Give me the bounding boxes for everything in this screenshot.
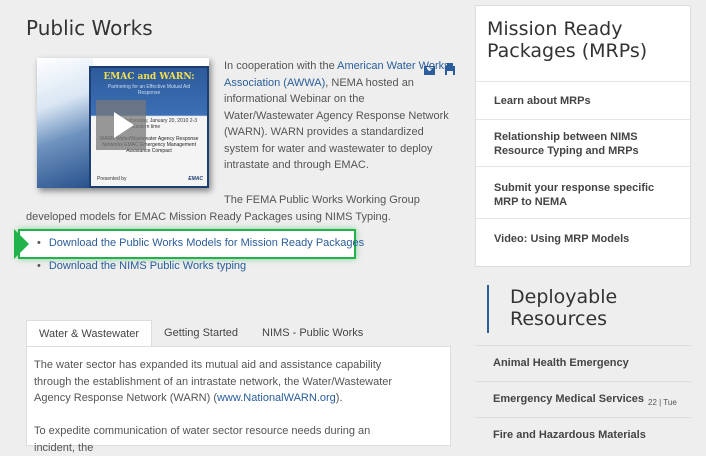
tab-bar: Water & Wastewater Getting Started NIMS …: [26, 320, 375, 346]
list-item-nims-typing: • Download the NIMS Public Works typing: [37, 260, 246, 272]
slide-title: EMAC and WARN:: [103, 72, 195, 82]
mrp-relationship-link[interactable]: Relationship between NIMS Resource Typin…: [476, 119, 690, 166]
intro-suffix: , NEMA hosted an informational Webinar o…: [224, 76, 449, 172]
emac-logo: EMAC: [188, 176, 203, 182]
deployable-item-animal-health[interactable]: Animal Health Emergency: [475, 345, 691, 381]
water-splash-image: [37, 58, 93, 188]
list-item-public-works-models: • Download the Public Works Models for Mi…: [37, 237, 364, 249]
intro-prefix: In cooperation with the: [224, 60, 338, 72]
play-icon[interactable]: [96, 100, 146, 150]
tab-panel: The water sector has expanded its mutual…: [26, 346, 451, 454]
mrp-submit-link[interactable]: Submit your response specific MRP to NEM…: [476, 166, 690, 218]
intro-paragraph: In cooperation with the American Water W…: [224, 58, 454, 174]
mrp-learn-link[interactable]: Learn about MRPs: [476, 81, 690, 119]
highlight-arrow-icon: [14, 229, 29, 259]
bullet: •: [37, 237, 41, 249]
mrp-video-link[interactable]: Video: Using MRP Models: [476, 218, 690, 266]
deployable-title: Deployable Resources: [510, 286, 618, 330]
panel-paragraph-2: To expedite communication of water secto…: [34, 425, 371, 454]
deployable-accent-rule: [487, 285, 489, 333]
panel-text-end: ).: [335, 392, 343, 404]
tab-water-wastewater[interactable]: Water & Wastewater: [26, 320, 153, 346]
download-nims-typing-link[interactable]: Download the NIMS Public Works typing: [49, 260, 246, 272]
tab-nims-public-works[interactable]: NIMS - Public Works: [250, 320, 375, 346]
download-public-works-models-link[interactable]: Download the Public Works Models for Mis…: [49, 237, 364, 249]
bullet: •: [37, 260, 41, 272]
deployable-item-fire-hazmat[interactable]: Fire and Hazardous Materials: [475, 417, 691, 453]
mrp-title: Mission Ready Packages (MRPs): [487, 18, 648, 62]
slide-subtitle: Partnering for an Effective Mutual Aid R…: [107, 84, 191, 96]
mrp-sidebar: Mission Ready Packages (MRPs) Learn abou…: [475, 5, 691, 267]
panel-paragraph-1: The water sector has expanded its mutual…: [34, 357, 414, 407]
nationalwarn-link[interactable]: www.NationalWARN.org: [217, 392, 336, 404]
page-title: Public Works: [26, 16, 153, 40]
time-label: 22 | Tue: [648, 398, 677, 407]
presenter-logo: Presented by: [97, 176, 127, 182]
fema-paragraph: The FEMA Public Works Working Group deve…: [26, 194, 420, 223]
tab-getting-started[interactable]: Getting Started: [152, 320, 250, 346]
